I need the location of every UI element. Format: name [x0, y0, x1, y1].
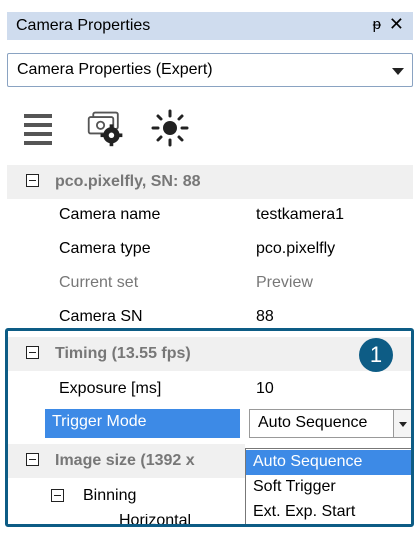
property-row-camera-name[interactable]: Camera name testkamera1 [7, 199, 413, 233]
toolbar [7, 100, 413, 158]
property-value: Preview [256, 274, 313, 291]
chevron-down-icon[interactable] [392, 68, 404, 75]
view-selector[interactable]: Camera Properties (Expert) [7, 53, 413, 87]
hamburger-icon[interactable] [20, 108, 60, 148]
property-row-current-set[interactable]: Current set Preview [7, 267, 413, 301]
highlight-frame [5, 328, 414, 527]
panel-title: Camera Properties [16, 17, 151, 34]
panel-title-bar: Camera Properties ᵽ ✕ [7, 12, 413, 40]
property-label: Camera name [59, 206, 161, 223]
collapse-icon[interactable] [26, 174, 39, 187]
camera-settings-icon[interactable] [86, 108, 126, 148]
brightness-icon[interactable] [150, 108, 190, 148]
property-label: Camera SN [59, 308, 143, 325]
category-camera-title: pco.pixelfly, SN: 88 [55, 173, 201, 190]
pin-icon[interactable]: ᵽ [373, 16, 381, 33]
property-label: Current set [59, 274, 139, 291]
property-row-camera-type[interactable]: Camera type pco.pixelfly [7, 233, 413, 267]
category-camera[interactable]: pco.pixelfly, SN: 88 [7, 165, 413, 199]
property-value[interactable]: testkamera1 [256, 206, 344, 224]
property-label: Camera type [59, 240, 151, 257]
property-value[interactable]: pco.pixelfly [256, 240, 335, 258]
property-row-camera-sn[interactable]: Camera SN 88 [7, 301, 413, 329]
view-selector-value: Camera Properties (Expert) [17, 61, 213, 78]
callout-badge: 1 [359, 338, 393, 372]
close-icon[interactable]: ✕ [389, 14, 404, 35]
property-value[interactable]: 88 [256, 308, 274, 326]
